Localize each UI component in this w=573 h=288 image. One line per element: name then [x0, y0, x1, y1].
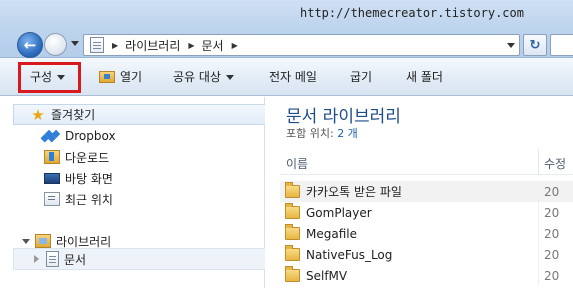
recent-pages-dropdown-icon[interactable]: [71, 41, 79, 46]
organize-highlight-box: [18, 62, 81, 93]
sidebar-item-label: 즐겨찾기: [51, 108, 96, 122]
new-folder-label: 새 폴더: [406, 70, 443, 84]
includes-locations-link[interactable]: 2 개: [337, 127, 358, 140]
folder-icon: [285, 245, 300, 261]
back-button[interactable]: ←: [17, 32, 43, 58]
column-divider[interactable]: [538, 149, 539, 175]
recent-places-icon: [44, 192, 60, 206]
command-bar: 구성 열기 공유 대상 전자 메일 굽기 새 폴더: [0, 58, 573, 96]
column-divider: [538, 181, 539, 202]
folder-icon: [285, 182, 300, 198]
refresh-button[interactable]: ↻: [523, 34, 547, 56]
list-item[interactable]: Megafile 20: [280, 223, 573, 244]
file-date: 20: [544, 268, 560, 283]
refresh-icon: ↻: [529, 37, 541, 53]
content-pane: 문서 라이브러리 포함 위치: 2 개 이름 수정 카카오톡 받은 파일 20 …: [266, 97, 573, 288]
file-date: 20: [544, 226, 560, 241]
burn-button[interactable]: 굽기: [350, 67, 372, 87]
burn-label: 굽기: [350, 70, 373, 84]
star-icon: ★: [31, 105, 45, 124]
sidebar-item-label: 바탕 화면: [65, 171, 113, 186]
folder-icon: [285, 203, 300, 219]
column-header-name[interactable]: 이름: [286, 155, 308, 172]
address-dropdown-icon[interactable]: [507, 43, 515, 48]
breadcrumb-separator-icon[interactable]: ▶: [188, 41, 194, 50]
folder-icon: [285, 266, 300, 282]
open-button[interactable]: 열기: [99, 67, 142, 87]
includes-label: 포함 위치:: [286, 127, 334, 140]
sidebar-item-favorites[interactable]: ★ 즐겨찾기: [13, 104, 265, 125]
breadcrumb-separator-icon[interactable]: ▶: [112, 41, 118, 50]
file-name: 카카오톡 받은 파일: [306, 185, 402, 199]
sidebar-item-label: Dropbox: [65, 129, 116, 143]
library-includes: 포함 위치: 2 개: [286, 125, 358, 141]
open-icon: [99, 71, 115, 83]
open-label: 열기: [120, 70, 143, 84]
breadcrumb-documents[interactable]: 문서: [202, 37, 224, 54]
file-name: NativeFus_Log: [306, 247, 393, 262]
share-with-label: 공유 대상: [173, 70, 221, 84]
watermark-text: http://themecreator.tistory.com: [300, 6, 524, 20]
desktop-icon: [44, 172, 60, 184]
navigation-pane: ★ 즐겨찾기 Dropbox 다운로드 바탕 화면 최근 위치 라이브러리 문서: [0, 97, 265, 288]
sidebar-item-label: 최근 위치: [65, 192, 113, 207]
expand-arrow-icon[interactable]: [22, 238, 30, 244]
breadcrumb-libraries[interactable]: 라이브러리: [125, 37, 180, 54]
documents-icon: [46, 251, 59, 267]
column-divider: [538, 265, 539, 286]
file-name: GomPlayer: [306, 205, 372, 220]
new-folder-button[interactable]: 새 폴더: [406, 67, 443, 87]
back-arrow-icon: ←: [23, 36, 37, 54]
search-input[interactable]: [550, 34, 573, 56]
library-location-icon: [90, 37, 104, 53]
dropbox-icon: [44, 129, 60, 143]
sidebar-item-documents[interactable]: 문서: [34, 249, 86, 269]
column-header-row: 이름 수정: [280, 149, 573, 175]
email-label: 전자 메일: [269, 70, 317, 84]
list-item[interactable]: NativeFus_Log 20: [280, 244, 573, 265]
file-name: Megafile: [306, 226, 357, 241]
folder-icon: [285, 224, 300, 240]
sidebar-item-label: 다운로드: [65, 150, 110, 165]
file-date: 20: [544, 247, 560, 262]
column-divider: [538, 244, 539, 265]
share-with-button[interactable]: 공유 대상: [173, 67, 234, 87]
sidebar-item-label: 라이브러리: [56, 234, 112, 249]
column-divider: [538, 223, 539, 244]
breadcrumb-separator-icon[interactable]: ▶: [232, 41, 238, 50]
list-item[interactable]: SelfMV 20: [280, 265, 573, 286]
file-date: 20: [544, 205, 560, 220]
list-item[interactable]: GomPlayer 20: [280, 202, 573, 223]
sidebar-item-downloads[interactable]: 다운로드: [44, 147, 109, 167]
sidebar-item-recent-places[interactable]: 최근 위치: [44, 189, 113, 209]
address-bar[interactable]: ▶ 라이브러리 ▶ 문서 ▶: [83, 34, 520, 56]
sidebar-item-dropbox[interactable]: Dropbox: [44, 126, 116, 146]
collapsed-arrow-icon[interactable]: [34, 255, 39, 263]
sidebar-item-desktop[interactable]: 바탕 화면: [44, 168, 113, 188]
sidebar-item-label: 문서: [64, 252, 87, 267]
chevron-down-icon: [225, 74, 234, 80]
downloads-folder-icon: [44, 150, 60, 164]
forward-button[interactable]: [44, 33, 67, 56]
file-date: 20: [544, 184, 560, 199]
window-titlebar: http://themecreator.tistory.com ← ▶ 라이브러…: [0, 0, 573, 58]
email-button[interactable]: 전자 메일: [269, 67, 317, 87]
list-item[interactable]: 카카오톡 받은 파일 20: [280, 181, 573, 202]
libraries-icon: [35, 234, 51, 248]
library-title: 문서 라이브러리: [286, 107, 401, 127]
file-name: SelfMV: [306, 268, 348, 283]
column-header-date-modified[interactable]: 수정: [544, 155, 566, 172]
column-divider: [538, 202, 539, 223]
